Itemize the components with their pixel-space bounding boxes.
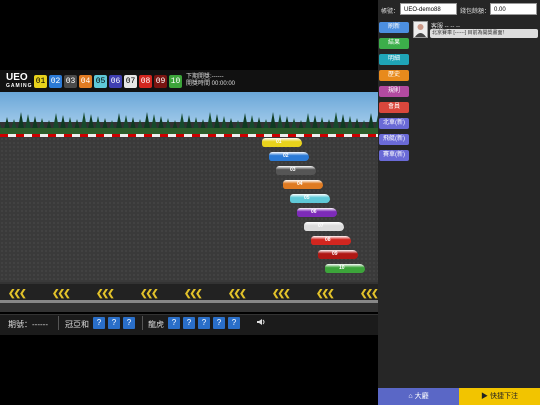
speaker-icon[interactable] [256,317,266,327]
rank-chip: 07 [124,75,137,88]
chevron-marker: ❮❮❮ [140,288,159,298]
champion-value-box: ? [123,317,135,329]
car-number: 01 [276,139,282,145]
rank-chip: 09 [154,75,167,88]
race-car: 09 [318,250,358,259]
race-car: 10 [325,264,365,273]
chevron-marker: ❮❮❮ [52,288,71,298]
car-number: 02 [283,153,289,159]
car-number: 05 [304,195,310,201]
rank-chip: 03 [64,75,77,88]
race-car: 07 [304,222,344,231]
chevron-marker: ❮❮❮ [360,288,378,298]
account-label: 帳號： [381,9,400,15]
menu-button[interactable]: 北車(新) [379,118,409,129]
divider [142,316,143,330]
divider [58,316,59,330]
open-time-text: 開獎時間 00:00:00 [186,81,236,87]
next-period-text: 下期開獎:------ [186,74,224,80]
car-number: 09 [332,251,338,257]
service-avatar [413,21,428,38]
race-car: 01 [262,138,302,147]
dragon-value-box: ? [183,317,195,329]
quick-bet-button[interactable]: ▶ 快捷下注 [459,388,540,405]
rank-chip: 01 [34,75,47,88]
rank-chip: 05 [94,75,107,88]
rail-line [0,300,378,303]
ueo-logo: UEO GAMING [6,72,33,90]
race-track: ❮❮❮ ❮❮❮ ❮❮❮ ❮❮❮ ❮❮❮ ❮❮❮ ❮❮❮ ❮❮❮ ❮❮❮ 01 02 03 04 05 06… [0,92,378,312]
chevron-marker: ❮❮❮ [272,288,291,298]
race-car: 03 [276,166,316,175]
menu-button[interactable]: 會員 [379,102,409,113]
chevron-marker: ❮❮❮ [96,288,115,298]
race-car: 08 [311,236,351,245]
car-number: 04 [297,181,303,187]
race-car: 04 [283,180,323,189]
champion-value-box: ? [93,317,105,329]
next-draw-info: 下期開獎:------ 開獎時間 00:00:00 [186,74,235,88]
menu-button[interactable]: 刷新 [379,22,409,33]
car-number: 08 [325,237,331,243]
menu-button[interactable]: 賽車(新) [379,150,409,161]
race-car: 05 [290,194,330,203]
chevron-marker: ❮❮❮ [184,288,203,298]
dragon-value-box: ? [213,317,225,329]
menu-button[interactable]: 歷史 [379,70,409,81]
car-number: 03 [290,167,296,173]
menu-button[interactable]: 結果 [379,38,409,49]
rank-chip: 08 [139,75,152,88]
chevron-marker: ❮❮❮ [316,288,335,298]
car-number: 07 [318,223,324,229]
menu-button[interactable]: 規則 [379,86,409,97]
lobby-button[interactable]: ⌂ 大廳 [378,388,459,405]
notice-banner: 北京賽車 [------] 目前為開獎畫面！ [430,29,538,38]
chevron-marker: ❮❮❮ [8,288,27,298]
race-car: 02 [269,152,309,161]
car-number: 06 [311,209,317,215]
dragon-value-box: ? [228,317,240,329]
dragon-value-box: ? [168,317,180,329]
champion-value-box: ? [108,317,120,329]
champion-sum-label: 冠亞和 [65,320,89,329]
balance-label: 錢包餘額： [460,9,491,15]
menu-button[interactable]: 飛艇(新) [379,134,409,145]
chevron-marker: ❮❮❮ [228,288,247,298]
car-number: 10 [339,265,345,271]
rank-chip: 04 [79,75,92,88]
balance-field[interactable]: 0.00 [490,3,537,15]
rank-chip: 06 [109,75,122,88]
dragon-value-box: ? [198,317,210,329]
rank-chip: 02 [49,75,62,88]
account-field[interactable]: UEO-demo88 [400,3,457,15]
rank-chip: 10 [169,75,182,88]
dragon-tiger-label: 龍虎 [148,320,164,329]
menu-button[interactable]: 明細 [379,54,409,65]
period-label: 期號：------ [8,320,48,329]
race-car: 06 [297,208,337,217]
